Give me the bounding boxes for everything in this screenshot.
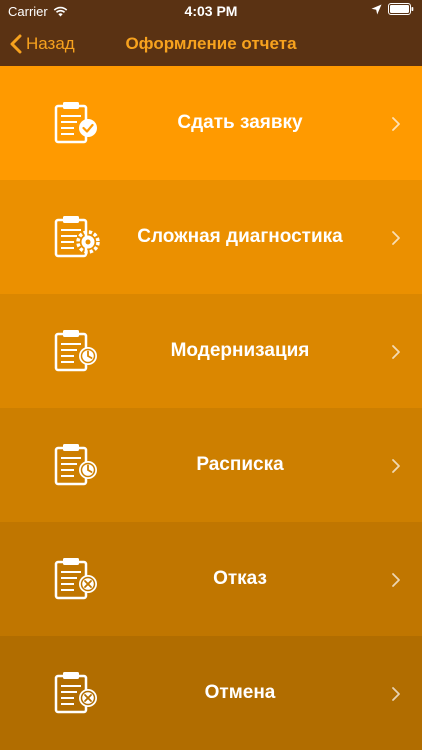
menu-item-label: Сдать заявку	[177, 112, 303, 133]
report-menu: Сдать заявку Сложная диагностика Модерни…	[0, 66, 422, 750]
chevron-right-icon	[392, 687, 400, 701]
location-arrow-icon	[371, 4, 382, 14]
navigation-bar: Назад Оформление отчета	[0, 22, 422, 66]
page-title: Оформление отчета	[125, 34, 297, 53]
menu-item-label: Модернизация	[170, 340, 310, 361]
clipboard-clock-icon	[54, 330, 97, 372]
status-bar: Carrier 4:03 PM	[0, 0, 422, 22]
clipboard-cross-icon	[54, 558, 97, 600]
menu-item-cancel[interactable]: Отмена	[0, 636, 422, 750]
clipboard-cross-icon	[54, 672, 97, 714]
menu-item-receipt[interactable]: Расписка	[0, 408, 422, 522]
chevron-right-icon	[392, 345, 400, 359]
status-right	[371, 3, 414, 15]
chevron-right-icon	[392, 117, 400, 131]
menu-item-label: Отказ	[213, 568, 267, 589]
menu-item-submit-request[interactable]: Сдать заявку	[0, 66, 422, 180]
chevron-right-icon	[392, 459, 400, 473]
menu-item-label: Отмена	[204, 682, 276, 703]
clipboard-check-icon	[54, 102, 97, 144]
menu-item-label: Расписка	[196, 454, 284, 475]
battery-icon	[388, 3, 414, 15]
chevron-right-icon	[392, 573, 400, 587]
clipboard-gear-icon	[54, 216, 100, 258]
menu-item-label: Сложная диагностика	[137, 226, 343, 247]
clipboard-clock-icon	[54, 444, 97, 486]
menu-item-refusal[interactable]: Отказ	[0, 522, 422, 636]
chevron-right-icon	[392, 231, 400, 245]
menu-item-modernization[interactable]: Модернизация	[0, 294, 422, 408]
status-time: 4:03 PM	[184, 3, 238, 19]
menu-item-complex-diagnostics[interactable]: Сложная диагностика	[0, 180, 422, 294]
